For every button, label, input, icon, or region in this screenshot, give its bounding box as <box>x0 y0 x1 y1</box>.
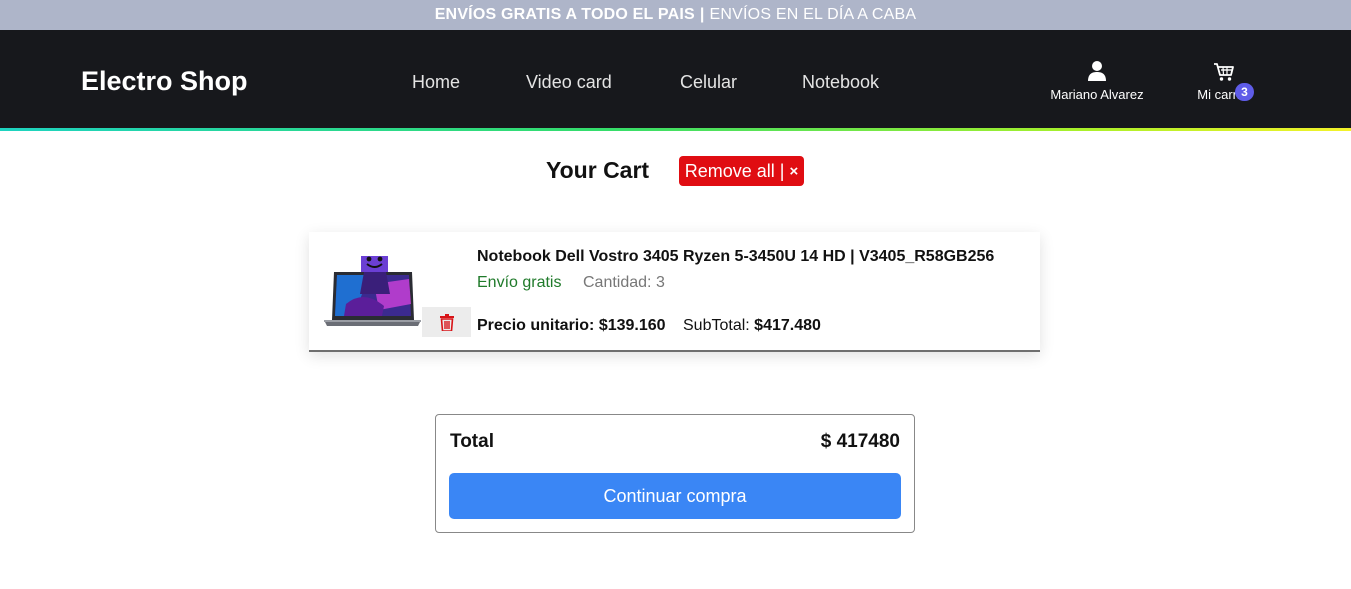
trash-icon <box>439 313 454 331</box>
cart-title: Your Cart <box>546 157 650 183</box>
promo-separator: | <box>699 6 705 23</box>
close-icon: × <box>789 162 799 180</box>
nav-link-home[interactable]: Home <box>412 72 460 93</box>
total-label: Total <box>450 431 494 452</box>
product-name: Notebook Dell Vostro 3405 Ryzen 5-3450U … <box>477 248 995 265</box>
remove-item-button[interactable] <box>422 307 471 337</box>
cart-item: Notebook Dell Vostro 3405 Ryzen 5-3450U … <box>309 232 1040 352</box>
subtotal-value: $417.480 <box>754 317 821 334</box>
promo-free-shipping: ENVÍOS GRATIS A TODO EL PAIS <box>434 6 695 23</box>
promo-bar: ENVÍOS GRATIS A TODO EL PAIS | ENVÍOS EN… <box>0 0 1351 30</box>
user-icon <box>1088 61 1106 81</box>
user-account-button[interactable]: Mariano Alvarez <box>1046 60 1148 102</box>
shipping-status: Envío gratis <box>477 274 562 291</box>
order-summary: Total $ 417480 Continuar compra <box>435 414 915 533</box>
promo-same-day: ENVÍOS EN EL DÍA A CABA <box>709 6 917 23</box>
price-line: Precio unitario: $139.160 SubTotal: $417… <box>477 317 821 335</box>
total-value: $ 417480 <box>820 431 900 452</box>
brand-logo[interactable]: Electro Shop <box>81 66 248 97</box>
navbar-gradient-divider <box>0 128 1351 131</box>
nav-link-notebook[interactable]: Notebook <box>802 72 879 93</box>
user-name: Mariano Alvarez <box>1050 87 1144 102</box>
shopping-cart-icon <box>1214 63 1234 81</box>
nav-link-celular[interactable]: Celular <box>680 72 737 93</box>
navbar: Electro Shop Home Video card Celular Not… <box>0 30 1351 128</box>
quantity-text: Cantidad: 3 <box>583 274 665 291</box>
subtotal-label: SubTotal: <box>683 317 750 334</box>
cart-count-badge: 3 <box>1235 83 1254 101</box>
remove-all-label: Remove all | <box>684 160 785 181</box>
nav-link-video-card[interactable]: Video card <box>526 72 612 93</box>
continue-checkout-button[interactable]: Continuar compra <box>449 473 901 519</box>
unit-price-value: $139.160 <box>598 317 666 334</box>
remove-all-button[interactable]: Remove all | × <box>679 156 804 186</box>
unit-price-label: Precio unitario: <box>477 317 595 334</box>
product-image <box>324 244 421 326</box>
